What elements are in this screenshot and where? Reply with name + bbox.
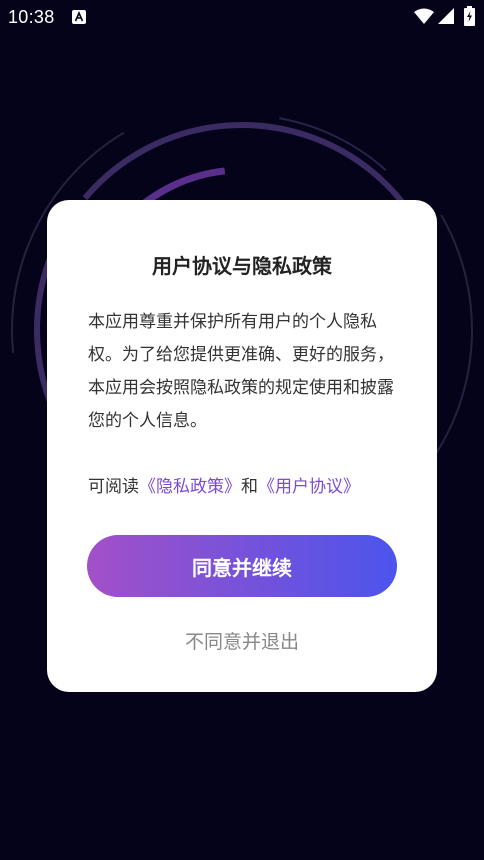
links-prefix: 可阅读 [88,477,139,497]
decline-exit-button[interactable]: 不同意并退出 [87,620,397,660]
policy-links-line: 可阅读《隐私政策》和《用户协议》 [88,471,360,504]
user-agreement-link[interactable]: 《用户协议》 [258,477,360,497]
privacy-policy-link[interactable]: 《隐私政策》 [139,477,241,497]
dialog-body-text: 本应用尊重并保护所有用户的个人隐私权。为了给您提供更准确、更好的服务，本应用会按… [88,312,394,431]
agree-continue-button[interactable]: 同意并继续 [87,535,397,597]
links-conjunction: 和 [241,477,258,497]
dialog-title: 用户协议与隐私政策 [152,254,332,278]
